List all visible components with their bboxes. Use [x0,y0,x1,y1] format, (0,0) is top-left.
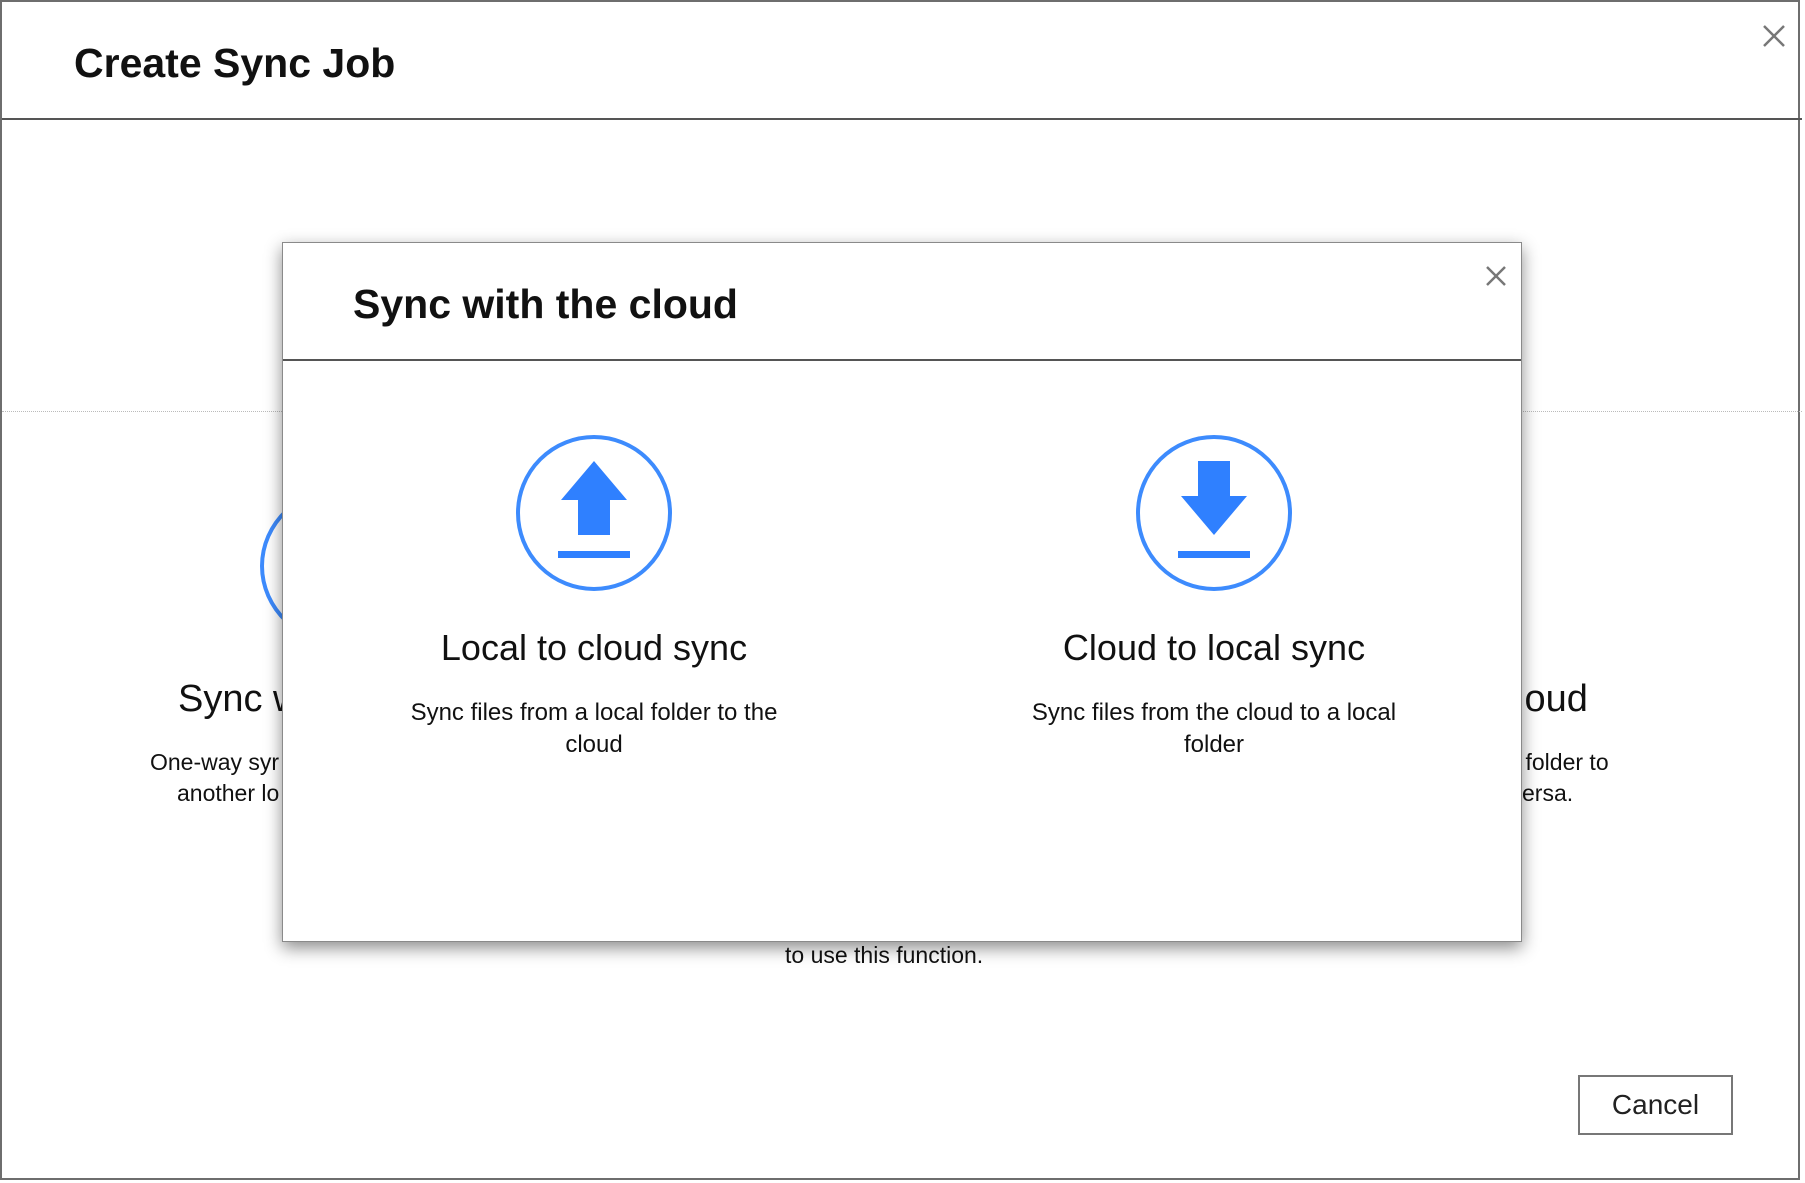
close-icon[interactable] [1754,16,1794,56]
background-card-desc: ersa. [1522,780,1574,806]
local-to-cloud-option[interactable]: Local to cloud sync Sync files from a lo… [314,433,874,761]
cloud-to-local-option[interactable]: Cloud to local sync Sync files from the … [934,433,1494,761]
modal-header-divider [283,359,1521,361]
background-card-desc: another lo [177,780,280,806]
option-title: Cloud to local sync [1062,627,1366,668]
background-card-desc: l folder to [1514,749,1609,775]
option-description: Sync files from the cloud to a local fol… [1031,699,1397,758]
option-title: Local to cloud sync [440,627,748,668]
background-card-desc: One-way syr [150,749,280,775]
upload-icon [516,435,672,591]
modal-title: Sync with the cloud [353,281,738,327]
background-card-title: loud [1516,678,1588,720]
option-description: Sync files from a local folder to the cl… [410,699,778,758]
dialog-title: Create Sync Job [74,40,396,86]
cancel-button[interactable]: Cancel [1578,1075,1733,1135]
close-icon[interactable] [1479,259,1513,293]
background-note: to use this function. [785,942,984,968]
download-icon [1136,435,1292,591]
header-divider [2,118,1802,120]
sync-with-cloud-modal: Sync with the cloud Local to cloud sync … [282,242,1522,942]
